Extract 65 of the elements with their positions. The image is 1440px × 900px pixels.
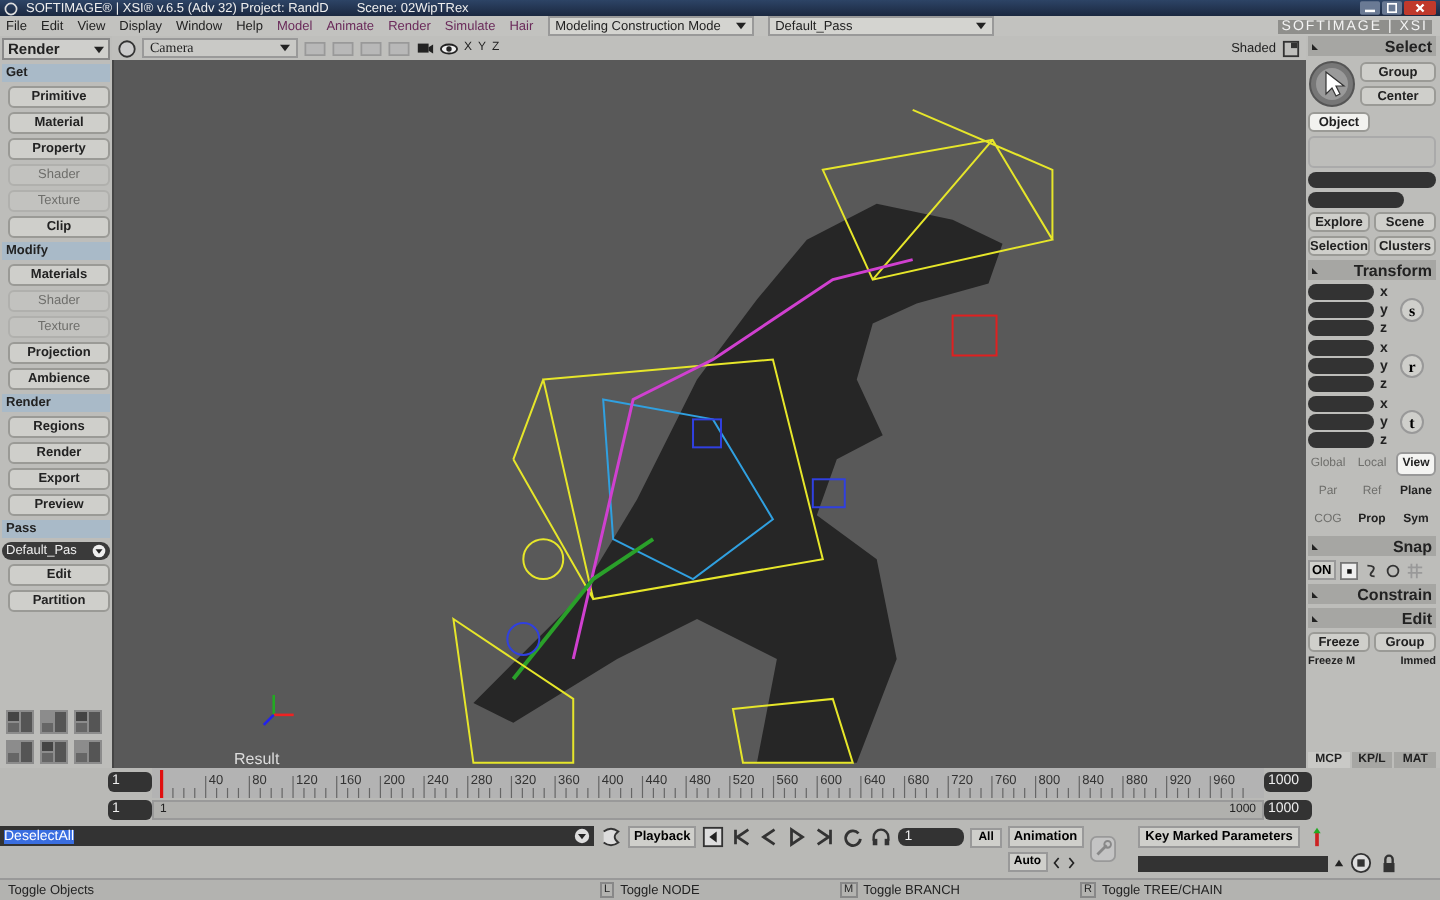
- caret-icon: [280, 44, 290, 52]
- maximize-icon[interactable]: [1382, 0, 1402, 16]
- dropdown-arrow-icon[interactable]: [92, 544, 106, 558]
- selection-field[interactable]: [1308, 172, 1436, 188]
- transform-value-field[interactable]: [1308, 414, 1374, 430]
- section-header[interactable]: Transform: [1308, 260, 1436, 280]
- headphones-icon[interactable]: [870, 826, 893, 849]
- minimize-icon[interactable]: [1360, 0, 1380, 16]
- transform-value-field[interactable]: [1308, 302, 1374, 318]
- viewport-layout-icon[interactable]: [6, 710, 34, 735]
- section-header[interactable]: Select: [1308, 36, 1436, 56]
- dropdown-arrow-icon[interactable]: [574, 828, 590, 845]
- up-caret-icon[interactable]: [1333, 856, 1344, 871]
- transform-value-field[interactable]: [1308, 340, 1374, 356]
- collapse-triangle-icon[interactable]: [1312, 43, 1318, 49]
- viewport-layout-icon[interactable]: [74, 710, 102, 735]
- step-back-icon[interactable]: [758, 826, 781, 849]
- collapse-triangle-icon[interactable]: [1312, 267, 1318, 273]
- viewport-layout-icon[interactable]: [6, 740, 34, 765]
- transform-value-field[interactable]: [1308, 320, 1374, 336]
- section-title: Transform: [1353, 261, 1432, 279]
- previous-key-icon[interactable]: [1051, 855, 1062, 870]
- section-title: Constrain: [1357, 585, 1432, 603]
- collapse-triangle-icon[interactable]: [1312, 543, 1318, 549]
- viewport-label: Result: [234, 750, 280, 769]
- transform-value-field[interactable]: [1308, 432, 1374, 448]
- caret-icon: [94, 45, 104, 53]
- transform-mode-button[interactable]: t: [1400, 410, 1424, 434]
- section-header[interactable]: Edit: [1308, 608, 1436, 628]
- snap-curve-icon[interactable]: [1361, 561, 1380, 579]
- transform-value-field[interactable]: [1308, 358, 1374, 374]
- caret-icon: [735, 22, 746, 30]
- last-frame-icon[interactable]: [814, 826, 837, 849]
- collapse-triangle-icon[interactable]: [1312, 591, 1318, 597]
- viewport-menu-icon[interactable]: [118, 39, 136, 57]
- transform-mode-button[interactable]: s: [1400, 298, 1424, 322]
- snap-circle-icon[interactable]: [1383, 561, 1402, 579]
- section-header[interactable]: Constrain: [1308, 584, 1436, 604]
- viewport-layout-icon[interactable]: [74, 740, 102, 765]
- first-frame-icon[interactable]: [730, 826, 753, 849]
- close-icon[interactable]: [1404, 0, 1436, 16]
- camera-icon[interactable]: [416, 39, 434, 57]
- caret-icon: [975, 22, 986, 30]
- section-title: Select: [1384, 37, 1432, 55]
- eye-icon[interactable]: [440, 39, 458, 57]
- snap-point-icon[interactable]: [1339, 561, 1358, 579]
- filter-field[interactable]: [1308, 192, 1404, 208]
- viewport-layout-icon[interactable]: [40, 740, 68, 765]
- app-logo-icon: [4, 1, 18, 15]
- collapse-triangle-icon[interactable]: [1312, 615, 1318, 621]
- transform-value-field[interactable]: [1308, 376, 1374, 392]
- transform-mode-button[interactable]: r: [1400, 354, 1424, 378]
- section-title: Snap: [1392, 537, 1432, 555]
- loop-icon[interactable]: [842, 826, 865, 849]
- keyable-parameter-field[interactable]: [1137, 855, 1328, 872]
- viewport-layout-icon[interactable]: [40, 710, 68, 735]
- next-key-icon[interactable]: [1065, 855, 1076, 870]
- transform-value-field[interactable]: [1308, 284, 1374, 300]
- section-title: Edit: [1401, 609, 1432, 627]
- axis-icon: [262, 694, 294, 726]
- previous-frame-icon[interactable]: [702, 826, 725, 849]
- play-icon[interactable]: [786, 826, 809, 849]
- maximize-view-icon[interactable]: [1282, 39, 1300, 57]
- transform-value-field[interactable]: [1308, 396, 1374, 412]
- section-header[interactable]: Snap: [1308, 536, 1436, 556]
